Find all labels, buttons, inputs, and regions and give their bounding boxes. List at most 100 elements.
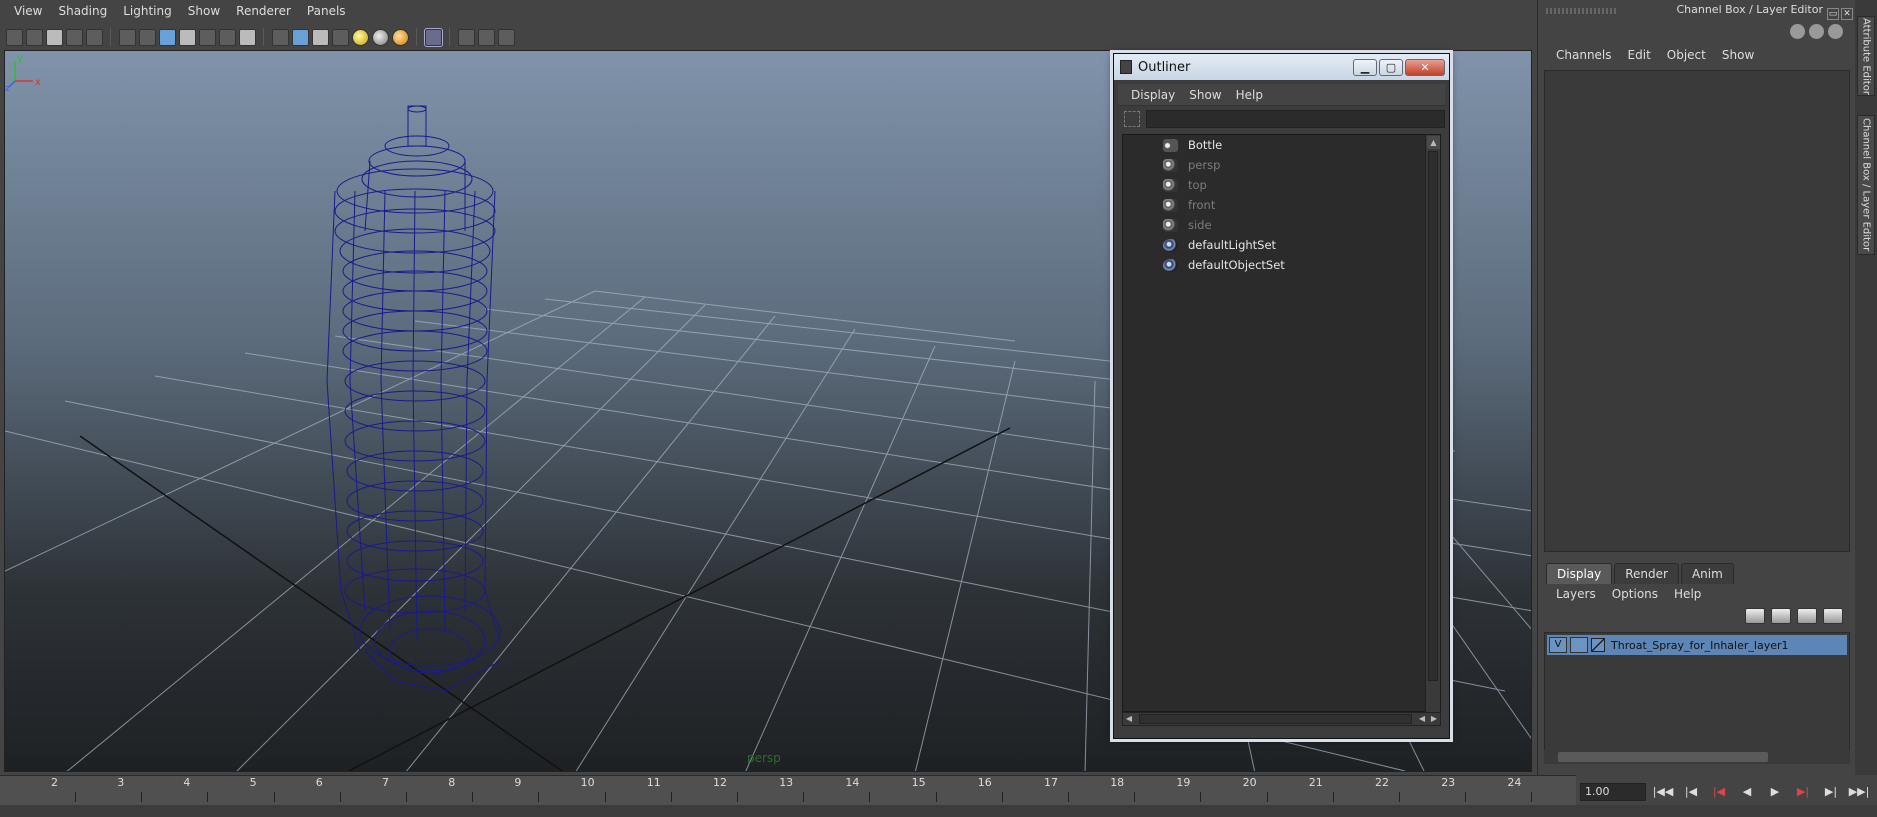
manipulator-icon[interactable] — [1790, 23, 1805, 39]
film-gate-icon[interactable] — [138, 28, 156, 46]
layer-color-icon[interactable] — [1591, 638, 1605, 652]
tab-attribute-editor[interactable]: Attribute Editor — [1857, 16, 1875, 96]
outliner-item-defaultobjectset[interactable]: defaultObjectSet — [1123, 255, 1440, 275]
outliner-menu-display[interactable]: Display — [1124, 88, 1182, 102]
camera-attributes-icon[interactable] — [25, 28, 43, 46]
use-all-lights-icon[interactable] — [351, 28, 369, 46]
image-plane-icon[interactable] — [65, 28, 83, 46]
scroll-up-icon[interactable]: ▲ — [1427, 136, 1440, 149]
maximize-button[interactable]: ▢ — [1379, 58, 1403, 76]
speed-icon[interactable] — [1809, 23, 1824, 39]
outliner-item-top[interactable]: top — [1123, 175, 1440, 195]
xray-joints-icon[interactable] — [477, 28, 495, 46]
outliner-tree[interactable]: Bottle persp top front side defaultLight… — [1122, 134, 1441, 713]
layer-visibility-toggle[interactable]: V — [1549, 637, 1567, 653]
menu-options[interactable]: Options — [1604, 587, 1666, 601]
textured-icon[interactable] — [331, 28, 349, 46]
menu-renderer[interactable]: Renderer — [228, 4, 299, 18]
scroll-thumb[interactable] — [1558, 752, 1768, 762]
menu-channels[interactable]: Channels — [1548, 48, 1620, 62]
go-to-end-icon[interactable]: ▶▶| — [1848, 783, 1870, 801]
range-slider[interactable] — [0, 805, 1877, 817]
menu-layers[interactable]: Layers — [1548, 587, 1604, 601]
outliner-search-input[interactable] — [1146, 110, 1445, 128]
current-frame-field[interactable]: 1.00 — [1580, 783, 1646, 801]
menu-view[interactable]: View — [6, 4, 50, 18]
outliner-menu-help[interactable]: Help — [1229, 88, 1270, 102]
scroll-left-icon[interactable]: ◀ — [1123, 713, 1135, 725]
menu-lighting[interactable]: Lighting — [115, 4, 180, 18]
frame-label: 17 — [1044, 776, 1058, 789]
menu-shading[interactable]: Shading — [50, 4, 115, 18]
bookmarks-icon[interactable] — [45, 28, 63, 46]
move-layer-up-icon[interactable] — [1745, 608, 1765, 624]
drag-handle-icon[interactable] — [1546, 8, 1616, 14]
scroll-left-icon[interactable]: ◀ — [1416, 713, 1428, 725]
close-panel-icon[interactable]: ✕ — [1841, 8, 1853, 20]
tab-channel-box-layer-editor[interactable]: Channel Box / Layer Editor — [1857, 115, 1875, 255]
layer-display-type-toggle[interactable] — [1570, 637, 1588, 653]
layer-horizontal-scrollbar[interactable] — [1544, 750, 1850, 764]
tab-display[interactable]: Display — [1546, 563, 1613, 584]
outliner-titlebar[interactable]: Outliner ▁ ▢ ✕ — [1114, 54, 1449, 80]
outliner-item-persp[interactable]: persp — [1123, 155, 1440, 175]
outliner-item-front[interactable]: front — [1123, 195, 1440, 215]
gate-mask-icon[interactable] — [178, 28, 196, 46]
new-layer-from-selection-icon[interactable] — [1823, 608, 1843, 624]
shadows-icon[interactable] — [371, 28, 389, 46]
menu-show[interactable]: Show — [180, 4, 228, 18]
safe-action-icon[interactable] — [218, 28, 236, 46]
layer-list[interactable]: V Throat_Spray_for_Inhaler_layer1 — [1544, 632, 1850, 752]
menu-show[interactable]: Show — [1714, 48, 1762, 62]
high-quality-icon[interactable] — [391, 28, 409, 46]
new-layer-icon[interactable] — [1797, 608, 1817, 624]
field-chart-icon[interactable] — [198, 28, 216, 46]
float-panel-icon[interactable]: ▭ — [1827, 8, 1839, 20]
play-forwards-icon[interactable]: ▶ — [1764, 783, 1786, 801]
2d-pan-zoom-icon[interactable] — [85, 28, 103, 46]
toolbar-separator — [416, 28, 417, 46]
layer-row[interactable]: V Throat_Spray_for_Inhaler_layer1 — [1547, 635, 1847, 655]
outliner-menu-show[interactable]: Show — [1182, 88, 1228, 102]
resolution-gate-icon[interactable] — [158, 28, 176, 46]
outliner-horizontal-scrollbar[interactable]: ◀ ◀ ▶ — [1122, 712, 1441, 726]
grid-icon[interactable] — [118, 28, 136, 46]
tab-render[interactable]: Render — [1614, 563, 1679, 584]
step-back-key-icon[interactable]: |◀ — [1708, 783, 1730, 801]
menu-edit[interactable]: Edit — [1620, 48, 1659, 62]
outliner-item-defaultlightset[interactable]: defaultLightSet — [1123, 235, 1440, 255]
select-camera-icon[interactable] — [5, 28, 23, 46]
menu-panels[interactable]: Panels — [299, 4, 354, 18]
step-forward-frame-icon[interactable]: ▶| — [1820, 783, 1842, 801]
menu-help[interactable]: Help — [1666, 587, 1709, 601]
step-back-frame-icon[interactable]: |◀ — [1680, 783, 1702, 801]
camera-icon — [1163, 218, 1178, 232]
step-forward-key-icon[interactable]: ▶| — [1792, 783, 1814, 801]
frame-label: 20 — [1242, 776, 1257, 789]
xray-components-icon[interactable] — [497, 28, 515, 46]
outliner-item-bottle[interactable]: Bottle — [1123, 135, 1440, 155]
frame-label: 10 — [580, 776, 595, 789]
safe-title-icon[interactable] — [238, 28, 256, 46]
play-backwards-icon[interactable]: ◀ — [1736, 783, 1758, 801]
filter-icon[interactable] — [1124, 111, 1140, 127]
channel-box-area[interactable] — [1544, 70, 1850, 552]
tab-anim[interactable]: Anim — [1680, 563, 1734, 584]
menu-object[interactable]: Object — [1659, 48, 1714, 62]
hyperbolic-icon[interactable] — [1828, 23, 1843, 39]
minimize-button[interactable]: ▁ — [1353, 58, 1377, 76]
isolate-select-icon[interactable] — [423, 27, 443, 47]
wireframe-icon[interactable] — [271, 28, 289, 46]
scroll-right-icon[interactable]: ▶ — [1428, 713, 1440, 725]
go-to-start-icon[interactable]: |◀◀ — [1652, 783, 1674, 801]
outliner-item-side[interactable]: side — [1123, 215, 1440, 235]
outliner-vertical-scrollbar[interactable]: ▲ — [1425, 135, 1440, 713]
scroll-thumb[interactable] — [1428, 151, 1438, 681]
scroll-thumb[interactable] — [1139, 714, 1412, 724]
xray-icon[interactable] — [457, 28, 475, 46]
frame-label: 2 — [51, 776, 58, 789]
smooth-shade-icon[interactable] — [291, 28, 309, 46]
move-layer-down-icon[interactable] — [1771, 608, 1791, 624]
wireframe-on-shaded-icon[interactable] — [311, 28, 329, 46]
close-button[interactable]: ✕ — [1405, 58, 1445, 76]
